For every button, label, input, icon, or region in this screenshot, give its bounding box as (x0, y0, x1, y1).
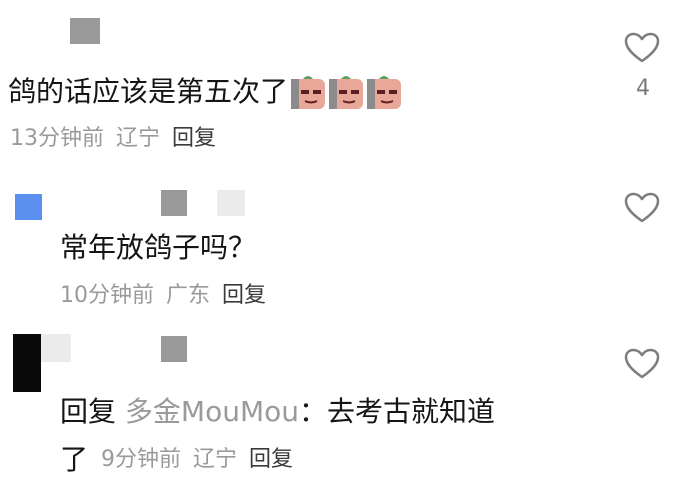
comment-body: 去考古就知道 (327, 395, 496, 428)
comment-text: 鸽的话应该是第五次了 (8, 74, 402, 111)
comment-time: 10分钟前 (60, 283, 154, 308)
emoji-doge-icon (367, 76, 402, 109)
comment-time: 13分钟前 (10, 126, 104, 151)
comment-body-cont: 了 (60, 443, 89, 476)
like-count: 4 (636, 76, 650, 101)
comment-body: 常年放鸽子吗？ (60, 231, 257, 264)
comment-location: 辽宁 (193, 447, 238, 472)
username-redacted (217, 190, 245, 216)
reply-to-user-link[interactable]: 多金MouMou (125, 395, 299, 428)
emoji-doge-icon (329, 76, 364, 109)
username-redacted (161, 336, 187, 362)
comment-time: 9分钟前 (101, 447, 181, 472)
comment-meta: 9分钟前 辽宁 回复 (101, 446, 293, 474)
avatar-redacted (15, 194, 42, 220)
reply-prefix: 回复 (60, 395, 117, 428)
avatar-redacted (13, 334, 41, 392)
comment-reply-line: 回复 多金MouMou：去考古就知道 (60, 394, 495, 430)
comment-location: 辽宁 (116, 126, 161, 151)
like-heart-icon[interactable] (624, 32, 660, 64)
emoji-doge-icon (291, 76, 326, 109)
like-heart-icon[interactable] (624, 192, 660, 224)
like-heart-icon[interactable] (624, 348, 660, 380)
reply-button[interactable]: 回复 (172, 126, 216, 151)
reply-button[interactable]: 回复 (222, 283, 266, 308)
comment-body: 鸽的话应该是第五次了 (8, 75, 289, 108)
colon: ： (299, 395, 328, 428)
reply-button[interactable]: 回复 (249, 447, 293, 472)
comment-meta: 10分钟前 广东 回复 (60, 282, 266, 310)
avatar-redacted (70, 18, 100, 44)
comment-location: 广东 (166, 283, 211, 308)
username-redacted (161, 190, 187, 216)
avatar-redacted (41, 334, 71, 362)
comment-meta: 13分钟前 辽宁 回复 (10, 125, 216, 153)
